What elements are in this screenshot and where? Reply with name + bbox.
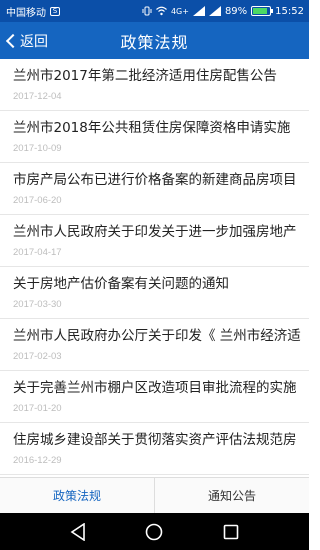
item-title: 住房城乡建设部关于贯彻落实资产评估法规范房 [13,432,297,448]
vibrate-icon [142,6,152,16]
signal-icon [192,6,205,16]
recent-apps-square-icon[interactable] [220,521,242,543]
back-button[interactable]: 返回 [4,22,48,59]
network-type: 4G+ [170,6,189,16]
item-date: 2017-01-20 [13,403,62,414]
home-circle-icon[interactable] [143,521,165,543]
item-title: 关于完善兰州市棚户区改造项目审批流程的实施 [13,380,297,396]
tab-policy[interactable]: 政策法规 [0,478,154,513]
list-item[interactable]: 市房产局公布已进行价格备案的新建商品房项目 2017-06-20 [0,163,309,215]
item-date: 2017-02-03 [13,351,62,362]
list-item[interactable]: 关于房地产估价备案有关问题的通知 2017-03-30 [0,267,309,319]
page-title: 政策法规 [120,32,189,52]
notification-icon: S [50,6,60,16]
list-item[interactable]: 住房城乡建设部关于贯彻落实资产评估法规范房 2016-12-29 [0,423,309,475]
list-item[interactable]: 兰州市2018年公共租赁住房保障资格申请实施 2017-10-09 [0,111,309,163]
item-title: 兰州市人民政府办公厅关于印发《 兰州市经济适 [13,328,301,344]
item-date: 2017-04-17 [13,247,62,258]
battery-icon [251,6,274,16]
item-date: 2017-12-04 [13,91,62,102]
system-nav-bar [0,513,309,550]
status-time: 15:52 [275,5,304,17]
policy-list: 兰州市2017年第二批经济适用住房配售公告 2017-12-04 兰州市2018… [0,59,309,477]
item-title: 兰州市人民政府关于印发关于进一步加强房地产 [13,224,297,240]
list-item[interactable]: 关于完善兰州市棚户区改造项目审批流程的实施 2017-01-20 [0,371,309,423]
list-item[interactable]: 兰州市人民政府办公厅关于印发《 兰州市经济适 2017-02-03 [0,319,309,371]
carrier-name: 中国移动 [6,7,46,19]
battery-percent: 89% [224,5,248,17]
item-title: 市房产局公布已进行价格备案的新建商品房项目 [13,172,297,188]
wifi-icon [156,6,167,16]
item-date: 2017-06-20 [13,195,62,206]
item-title: 兰州市2018年公共租赁住房保障资格申请实施 [13,120,291,136]
item-title: 关于房地产估价备案有关问题的通知 [13,276,229,292]
item-date: 2017-03-30 [13,299,62,310]
nav-bar: 返回 政策法规 [0,22,309,59]
back-label: 返回 [20,33,48,50]
list-item[interactable]: 兰州市人民政府关于印发关于进一步加强房地产 2017-04-17 [0,215,309,267]
status-bar: 中国移动 S 4G+ 89% 15:52 [0,0,309,22]
item-date: 2016-12-29 [13,455,62,466]
item-date: 2017-10-09 [13,143,62,154]
signal-icon-2 [208,6,221,16]
bottom-tab-bar: 政策法规 通知公告 [0,477,309,513]
item-title: 兰州市2017年第二批经济适用住房配售公告 [13,68,277,84]
chevron-left-icon [5,33,21,48]
tab-notices[interactable]: 通知公告 [154,478,309,513]
back-triangle-icon[interactable] [67,521,89,543]
list-item[interactable]: 兰州市2017年第二批经济适用住房配售公告 2017-12-04 [0,59,309,111]
